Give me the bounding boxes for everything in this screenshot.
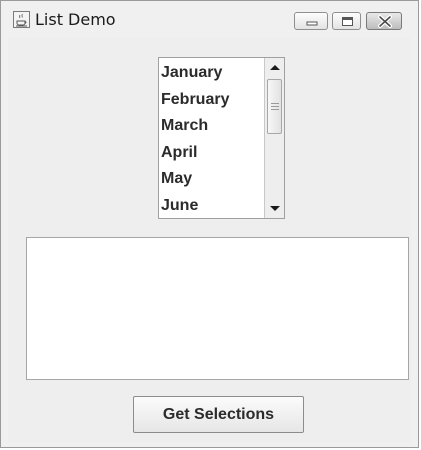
list-item[interactable]: May (159, 166, 256, 193)
list-item[interactable]: February (159, 87, 256, 114)
minimize-icon (306, 21, 318, 26)
close-icon (378, 15, 392, 28)
arrow-down-icon (270, 206, 280, 211)
content-pane: January February March April May June Ge… (8, 38, 411, 442)
title-bar[interactable]: List Demo (1, 1, 418, 37)
grip-line (271, 109, 279, 110)
scroll-up-button[interactable] (265, 58, 284, 78)
minimize-button[interactable] (294, 12, 328, 30)
scroll-down-button[interactable] (265, 198, 284, 218)
grip-line (271, 103, 279, 104)
grip-line (271, 106, 279, 107)
maximize-icon (342, 17, 353, 26)
arrow-up-icon (270, 65, 280, 70)
window-title: List Demo (35, 10, 116, 29)
selections-text-area[interactable] (26, 237, 409, 380)
list-item[interactable]: June (159, 193, 256, 219)
maximize-button[interactable] (332, 12, 361, 30)
scroll-thumb[interactable] (267, 79, 282, 134)
list-item[interactable]: March (159, 113, 256, 140)
java-cup-icon (13, 11, 30, 28)
month-list[interactable]: January February March April May June (158, 57, 285, 219)
list-item[interactable]: January (159, 60, 256, 87)
close-button[interactable] (366, 12, 402, 30)
get-selections-button[interactable]: Get Selections (133, 396, 304, 433)
month-list-items: January February March April May June (159, 60, 256, 219)
list-scrollbar[interactable] (264, 58, 284, 218)
list-item[interactable]: April (159, 140, 256, 167)
list-demo-window: List Demo January February March April M… (0, 0, 419, 448)
